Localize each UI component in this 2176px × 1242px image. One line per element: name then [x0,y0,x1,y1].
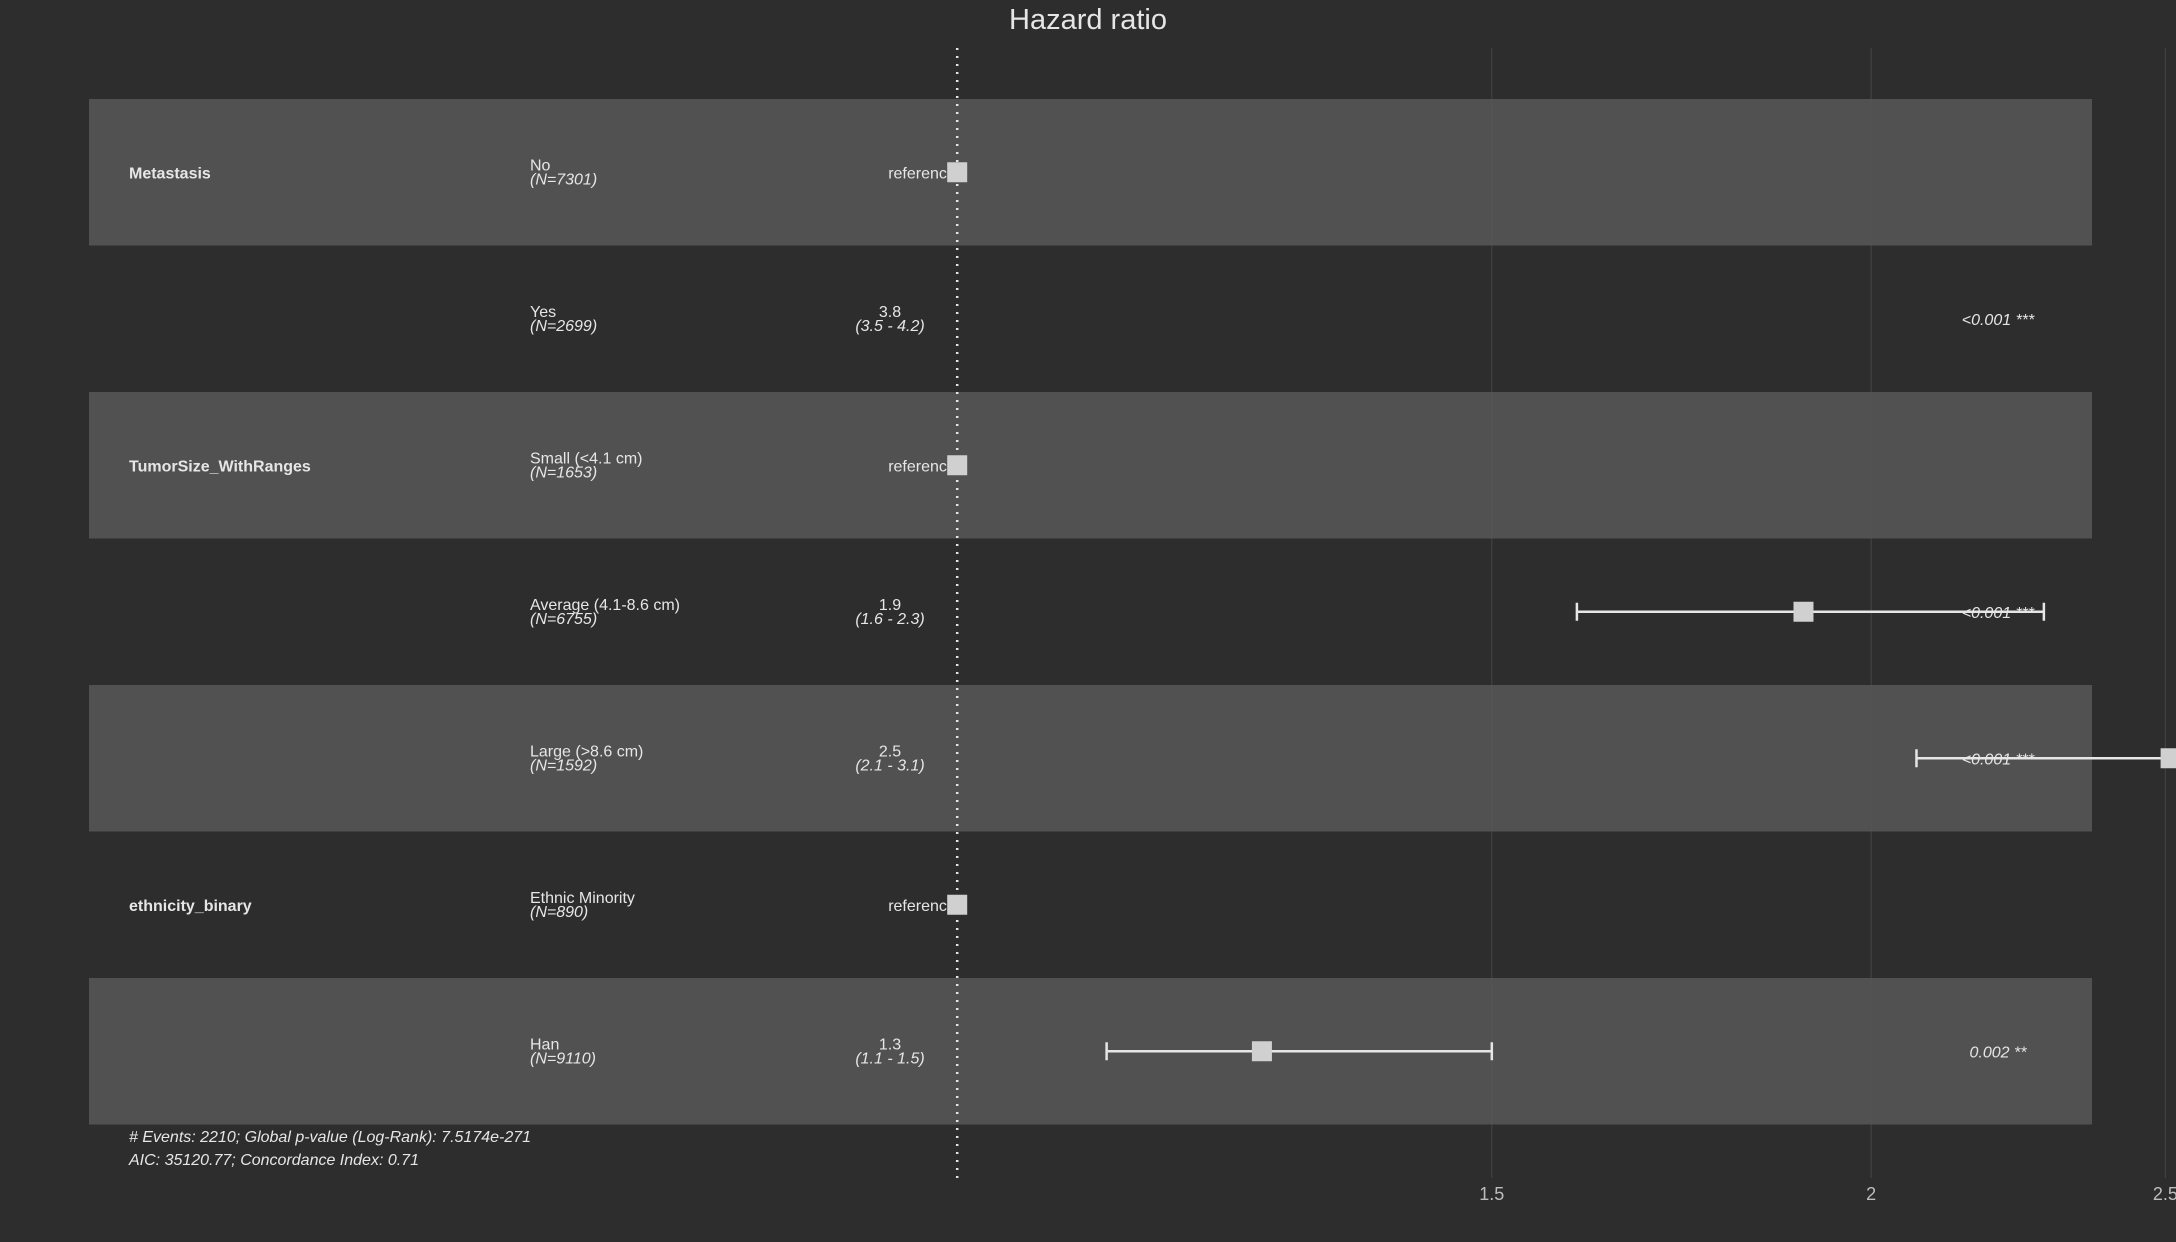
hr-marker [947,455,968,476]
estimate-reference: reference [888,458,956,475]
variable-label: ethnicity_binary [129,898,252,915]
variable-label: Metastasis [129,165,211,182]
p-value: 0.002 ** [1970,1044,2028,1061]
level-n: (N=7301) [530,171,597,188]
hr-marker [1793,601,1814,622]
estimate-ci: (1.1 - 1.5) [855,1050,924,1067]
estimate-reference: reference [888,165,956,182]
hr-marker [2160,748,2176,769]
variable-label: TumorSize_WithRanges [129,458,311,475]
estimate-ci: (1.6 - 2.3) [855,611,924,628]
forest-plot-svg: Metastasis No(N=7301) referenceYes(N=2699)… [89,48,2176,1204]
hr-marker [947,162,968,183]
level-n: (N=1653) [530,464,597,481]
row-band [89,99,2092,246]
x-tick-label: 2.5 [2153,1184,2176,1204]
level-n: (N=2699) [530,318,597,335]
row-band [89,685,2092,832]
footer-stats-events: # Events: 2210; Global p-value (Log-Rank… [129,1129,532,1146]
level-n: (N=890) [530,904,588,921]
p-value: <0.001 *** [1962,751,2035,768]
p-value: <0.001 *** [1962,312,2035,329]
level-n: (N=9110) [530,1050,596,1067]
forest-plot: Hazard ratio Metastasis No (N=7301) referen… [0,0,2176,1242]
row-band [89,978,2092,1125]
estimate-ci: (2.1 - 3.1) [855,757,924,774]
row-band [89,392,2092,539]
level-n: (N=6755) [530,611,597,628]
x-tick-label: 2 [1866,1184,1876,1204]
hr-marker [947,894,968,915]
estimate-reference: reference [888,898,956,915]
estimate-ci: (3.5 - 4.2) [855,318,924,335]
footer-stats-aic: AIC: 35120.77; Concordance Index: 0.71 [129,1152,419,1169]
x-tick-label: 1.5 [1479,1184,1504,1204]
hr-marker [1251,1041,1272,1062]
p-value: <0.001 *** [1962,605,2035,622]
level-n: (N=1592) [530,757,597,774]
